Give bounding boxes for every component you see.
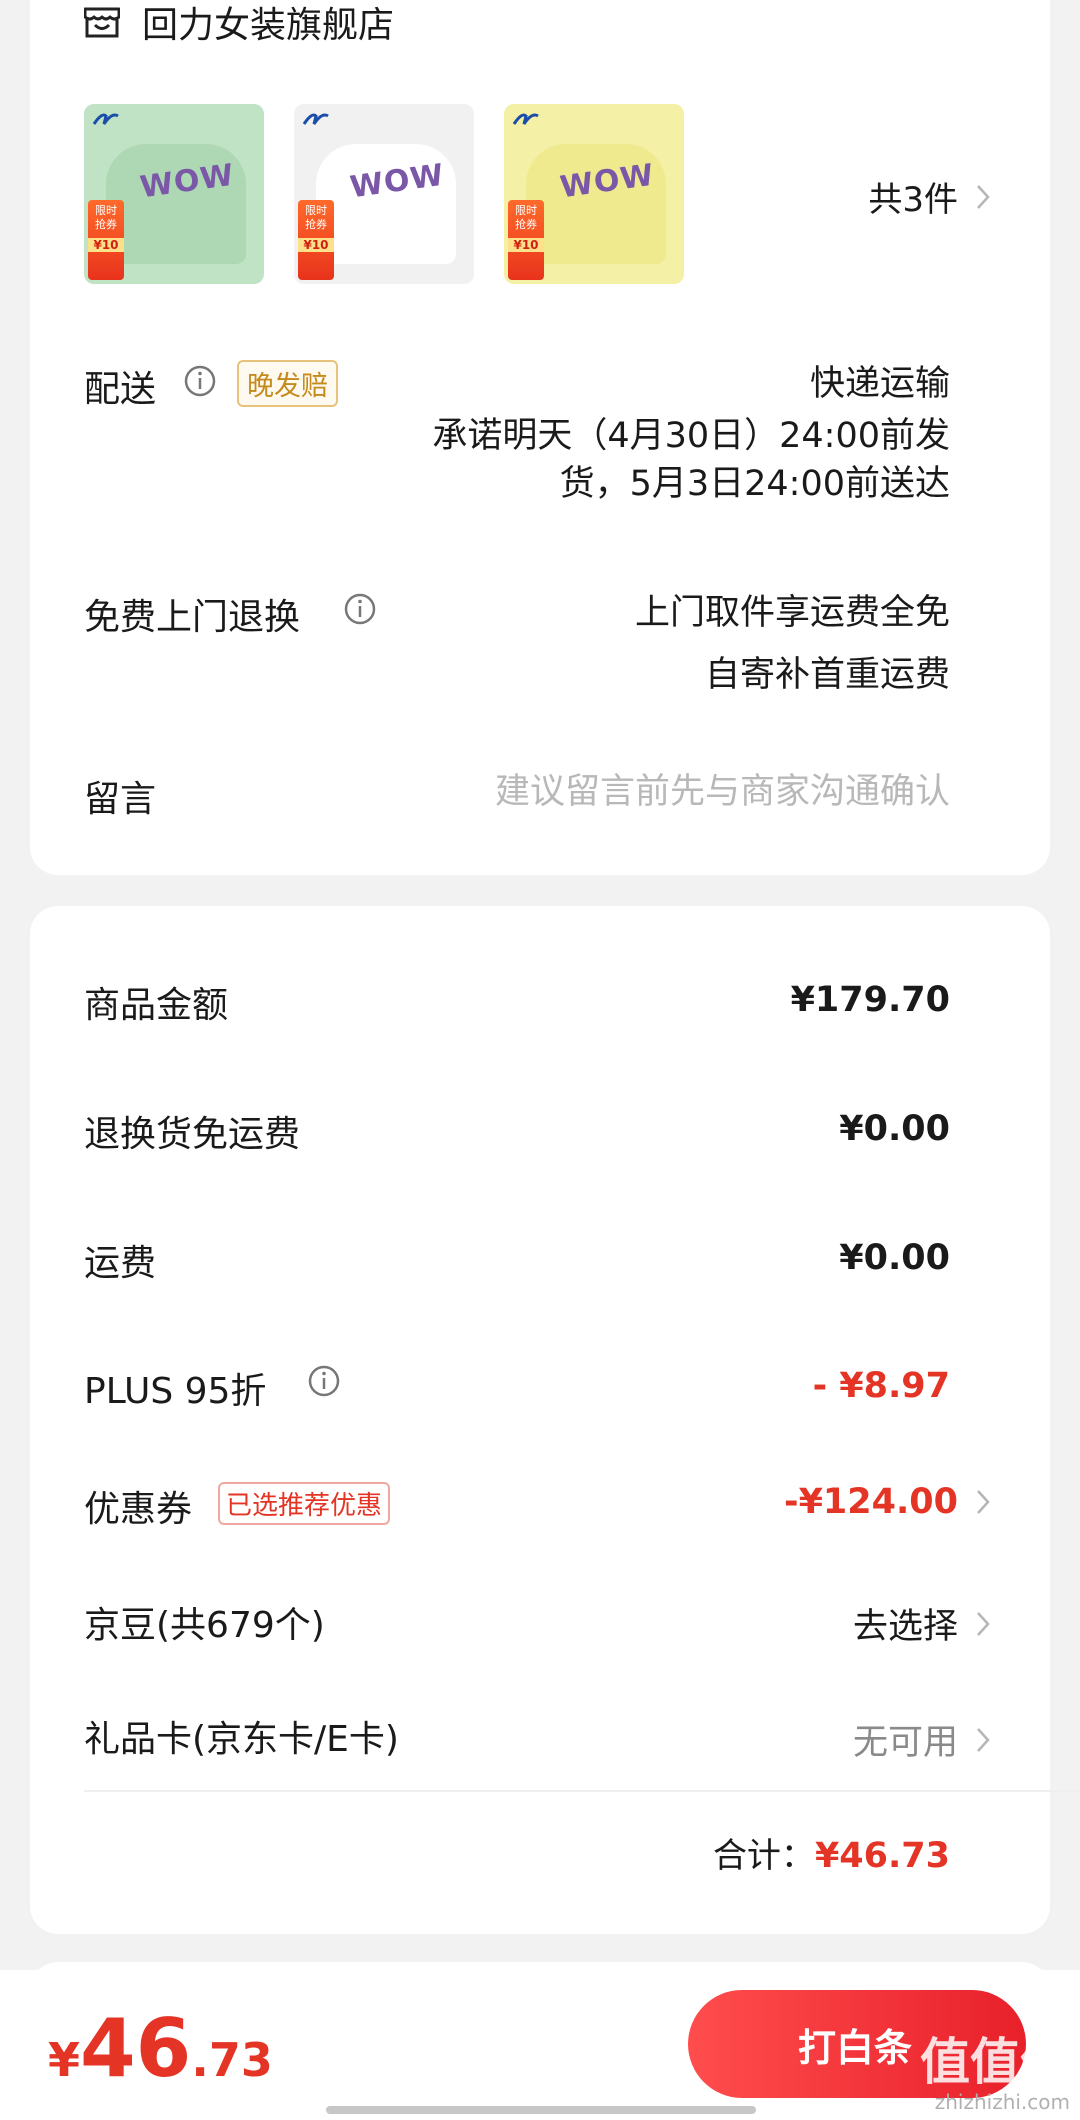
- coupon-value: -¥124.00: [784, 1482, 958, 1522]
- total-price: ¥46.73: [48, 2002, 273, 2095]
- gift-card-selector[interactable]: 无可用: [853, 1714, 990, 1765]
- price-integer: 46: [80, 2002, 192, 2095]
- price-card: [30, 906, 1050, 1934]
- free-return-label: 免费上门退换: [84, 597, 301, 638]
- late-compensation-badge: 晚发赔: [237, 360, 338, 407]
- chevron-right-icon: [977, 1727, 990, 1752]
- delivery-label: 配送: [84, 369, 157, 410]
- store-name: 回力女装旗舰店: [142, 5, 395, 46]
- brand-logo-icon: [512, 113, 539, 125]
- info-icon[interactable]: [343, 592, 377, 626]
- plus-discount-label: PLUS 95折: [84, 1371, 267, 1412]
- brand-logo-icon: [92, 113, 119, 125]
- message-label: 留言: [84, 779, 157, 820]
- subtotal-label: 合计：: [712, 1836, 815, 1876]
- chevron-right-icon: [977, 184, 990, 209]
- promo-tag: 限时 抢券 ¥10: [508, 200, 544, 280]
- jingdou-selector[interactable]: 去选择: [853, 1598, 990, 1649]
- coupon-selector[interactable]: -¥124.00: [784, 1482, 990, 1522]
- message-input[interactable]: 建议留言前先与商家沟通确认: [495, 768, 950, 816]
- store-icon: [84, 7, 120, 38]
- pay-button-label: 打白条: [798, 2025, 913, 2070]
- free-return-info: 上门取件享运费全免 自寄补首重运费: [635, 582, 950, 706]
- jingdou-value: 去选择: [852, 1607, 958, 1647]
- divider: [84, 1790, 1080, 1792]
- promo-tag: 限时 抢券 ¥10: [298, 200, 334, 280]
- gift-card-value: 无可用: [852, 1723, 958, 1763]
- delivery-promise-line2: 货，5月3日24:00前送达: [559, 464, 950, 504]
- watermark-url: zhizhizhi.com: [934, 2090, 1070, 2114]
- chevron-right-icon: [977, 1611, 990, 1636]
- delivery-promise-line1: 承诺明天（4月30日）24:00前发: [432, 416, 950, 456]
- goods-amount-value: ¥179.70: [790, 980, 950, 1020]
- coupon-label: 优惠券: [84, 1489, 193, 1530]
- brand-logo-icon: [302, 113, 329, 125]
- subtotal: 合计： ¥46.73: [713, 1828, 950, 1877]
- free-return-line1: 上门取件享运费全免: [634, 593, 950, 633]
- subtotal-value: ¥46.73: [814, 1836, 950, 1876]
- free-return-line2: 自寄补首重运费: [704, 655, 950, 695]
- shipping-label: 运费: [84, 1243, 157, 1284]
- coupon-selected-badge: 已选推荐优惠: [218, 1482, 391, 1525]
- delivery-info[interactable]: 快递运输 承诺明天（4月30日）24:00前发 货，5月3日24:00前送达: [432, 360, 950, 508]
- checkout-bar: ¥46.73 打白条 值值值 zhizhizhi.com: [0, 1970, 1080, 2120]
- product-thumb[interactable]: WOW 限时 抢券 ¥10: [294, 104, 474, 284]
- store-header[interactable]: 回力女装旗舰店: [84, 0, 394, 48]
- watermark: 值值值: [920, 2033, 1070, 2091]
- plus-discount-value: - ¥8.97: [812, 1366, 950, 1406]
- product-thumbnails[interactable]: WOW 限时 抢券 ¥10 WOW 限时 抢券 ¥10 WOW 限时 抢券 ¥10: [84, 104, 684, 284]
- jingdou-label: 京豆(共679个): [84, 1605, 325, 1646]
- chevron-right-icon: [977, 1490, 990, 1514]
- goods-amount-label: 商品金额: [84, 985, 229, 1026]
- shipping-value: ¥0.00: [839, 1238, 950, 1278]
- product-thumb[interactable]: WOW 限时 抢券 ¥10: [504, 104, 684, 284]
- currency-symbol: ¥: [48, 2033, 81, 2087]
- item-count: 共3件: [868, 180, 958, 220]
- return-shipping-label: 退换货免运费: [84, 1114, 301, 1155]
- info-icon[interactable]: [183, 364, 217, 398]
- promo-tag: 限时 抢券 ¥10: [88, 200, 124, 280]
- info-icon[interactable]: [307, 1364, 341, 1398]
- product-thumb[interactable]: WOW 限时 抢券 ¥10: [84, 104, 264, 284]
- return-shipping-value: ¥0.00: [839, 1109, 950, 1149]
- gift-card-label: 礼品卡(京东卡/E卡): [84, 1719, 399, 1760]
- home-indicator[interactable]: [326, 2106, 756, 2114]
- item-count-link[interactable]: 共3件: [868, 172, 990, 221]
- delivery-method: 快递运输: [809, 364, 950, 404]
- price-decimal: .73: [191, 2033, 273, 2087]
